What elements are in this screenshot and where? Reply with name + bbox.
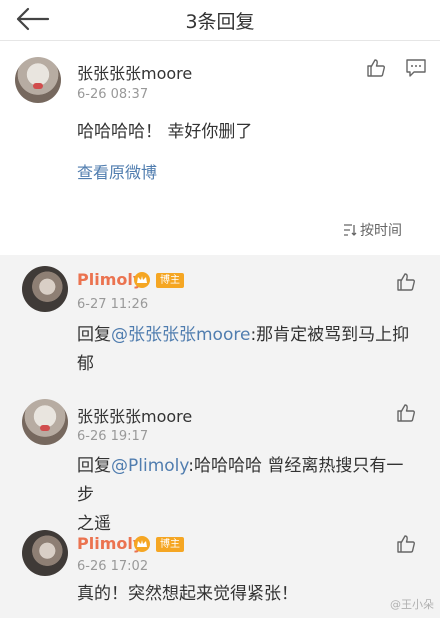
reply-time: 6-27 11:26 — [77, 297, 149, 312]
reply-text: 回复@Plimoly:哈哈哈哈 曾经离热搜只有一步 之遥 — [77, 452, 417, 539]
comment-username[interactable]: 张张张张moore — [77, 60, 192, 84]
sort-icon — [344, 224, 357, 236]
like-icon[interactable] — [396, 403, 416, 423]
page-title: 3条回复 — [185, 11, 255, 33]
reply-text: 真的！突然想起来觉得紧张！ — [77, 584, 298, 604]
crown-icon — [134, 536, 150, 552]
mention-link[interactable]: @Plimoly — [111, 456, 188, 476]
sort-label: 按时间 — [360, 223, 402, 239]
reply-body: :那肯定被骂到马上抑 — [250, 325, 410, 345]
blogger-badge: 博主 — [156, 273, 184, 288]
main-comment: 张张张张moore 6-26 08:37 哈哈哈哈！ 幸好你删了 查看原微博 按… — [0, 41, 440, 255]
view-original-link[interactable]: 查看原微博 — [77, 159, 157, 183]
watermark: @王小朵 — [390, 598, 434, 611]
like-icon[interactable] — [366, 58, 386, 78]
avatar[interactable] — [22, 266, 68, 312]
reply-prefix: 回复 — [77, 456, 111, 476]
reply-text: 回复@张张张张moore:那肯定被骂到马上抑 郁 — [77, 321, 417, 379]
like-icon[interactable] — [396, 534, 416, 554]
reply-time: 6-26 19:17 — [77, 429, 149, 444]
comment-time: 6-26 08:37 — [77, 87, 149, 102]
reply-prefix: 回复 — [77, 325, 111, 345]
reply-time: 6-26 17:02 — [77, 559, 149, 574]
crown-icon — [134, 272, 150, 288]
mention-link[interactable]: @张张张张moore — [111, 325, 250, 345]
sort-by-time-button[interactable]: 按时间 — [343, 220, 402, 240]
blogger-badge: 博主 — [156, 537, 184, 552]
like-icon[interactable] — [396, 272, 416, 292]
comment-text: 哈哈哈哈！ 幸好你删了 — [77, 122, 253, 142]
avatar[interactable] — [15, 57, 61, 103]
avatar[interactable] — [22, 399, 68, 445]
avatar[interactable] — [22, 530, 68, 576]
reply-body-cont: 郁 — [77, 354, 94, 374]
reply-username[interactable]: 张张张张moore — [77, 403, 192, 427]
comment-icon[interactable] — [405, 58, 427, 78]
top-bar: 3条回复 — [0, 0, 440, 41]
